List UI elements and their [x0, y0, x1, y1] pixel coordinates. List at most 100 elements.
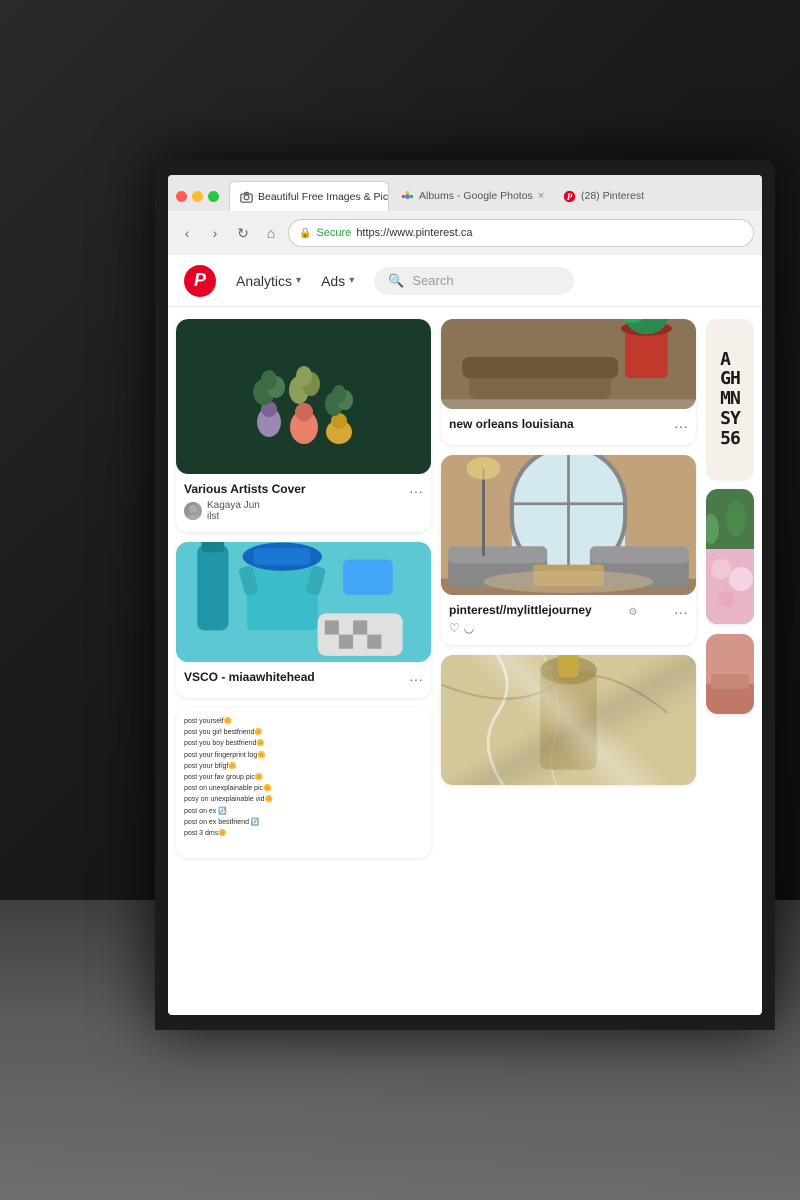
forward-button[interactable]: › — [204, 222, 226, 244]
floral-svg — [706, 489, 754, 624]
tab-label: Albums - Google Photos — [419, 190, 533, 202]
pin-card-interior[interactable]: pinterest//mylittlejourney ⚙ ··· ♡ ◡ — [441, 455, 696, 645]
text-line: post yourself🌼 — [184, 716, 423, 727]
address-bar-row: ‹ › ↻ ⌂ 🔒 Secure https://www.pinterest.c… — [168, 211, 762, 255]
pin-vsco-image — [176, 542, 431, 662]
user-sub: ilst — [207, 511, 260, 522]
more-options-button-interior[interactable]: ··· — [674, 604, 688, 620]
minimize-traffic-light[interactable] — [192, 191, 203, 202]
ads-nav-link[interactable]: Ads ▾ — [321, 273, 354, 289]
back-button[interactable]: ‹ — [176, 222, 198, 244]
new-orleans-svg — [441, 319, 696, 409]
pin-card-pink-room-partial[interactable] — [706, 634, 754, 714]
pin-meta-vsco: VSCO - miaawhitehead ··· — [184, 670, 423, 688]
pin-typography-image: A GH MN SY 56 — [706, 319, 754, 479]
maximize-traffic-light[interactable] — [208, 191, 219, 202]
close-traffic-light[interactable] — [176, 191, 187, 202]
user-name: Kagaya Jun — [207, 500, 260, 511]
pinterest-logo[interactable]: P — [184, 265, 216, 297]
photos-icon — [401, 190, 414, 203]
analytics-label: Analytics — [236, 273, 292, 289]
tab-pinterest[interactable]: P (28) Pinterest — [553, 181, 654, 211]
pin-card-floral-partial[interactable] — [706, 489, 754, 624]
pink-room-svg — [706, 634, 754, 714]
art-cover-svg — [244, 332, 364, 462]
more-options-button-vsco[interactable]: ··· — [409, 671, 423, 687]
home-button[interactable]: ⌂ — [260, 222, 282, 244]
pin-text-image: post yourself🌼 post you girl bestfriend🌼… — [176, 708, 431, 858]
heart-icon[interactable]: ♡ — [449, 621, 460, 635]
user-avatar — [184, 502, 202, 520]
tab-close-button[interactable]: × — [538, 190, 544, 202]
pin-title-vsco: VSCO - miaawhitehead — [184, 670, 315, 684]
text-line: post on unexplainable pic🌼 — [184, 783, 423, 794]
pin-art-cover-image — [176, 319, 431, 474]
browser-chrome: Beautiful Free Images & Pictur... × Albu… — [168, 175, 762, 255]
pin-info-interior: pinterest//mylittlejourney ⚙ ··· ♡ ◡ — [441, 595, 696, 645]
masonry-col-3-partial: A GH MN SY 56 — [706, 319, 754, 858]
tab-google-photos[interactable]: Albums - Google Photos × — [391, 181, 551, 211]
pin-actions: ♡ ◡ — [449, 621, 688, 635]
ads-label: Ads — [321, 273, 345, 289]
text-line: post you boy bestfriend🌼 — [184, 738, 423, 749]
lock-icon: 🔒 — [299, 228, 311, 239]
pin-interior-image — [441, 455, 696, 595]
pin-title-interior: pinterest//mylittlejourney — [449, 603, 592, 617]
search-icon: 🔍 — [388, 273, 404, 289]
traffic-lights — [176, 191, 219, 202]
settings-icon: ⚙ — [628, 607, 637, 618]
tab-bar: Beautiful Free Images & Pictur... × Albu… — [168, 175, 762, 211]
text-line: post on ex 🔃 — [184, 806, 423, 817]
pinterest-tab-icon: P — [563, 190, 576, 203]
text-line: post 3 dms🌼 — [184, 828, 423, 839]
interior-svg — [441, 455, 696, 595]
text-line: post your fav group pic🌼 — [184, 772, 423, 783]
search-placeholder: Search — [412, 273, 453, 288]
pinterest-app: P Analytics ▾ Ads ▾ 🔍 Search — [168, 255, 762, 1015]
pin-card-new-orleans[interactable]: new orleans louisiana ··· — [441, 319, 696, 445]
pin-card-marble[interactable] — [441, 655, 696, 785]
address-field[interactable]: 🔒 Secure https://www.pinterest.ca — [288, 219, 754, 247]
text-line: post you girl bestfriend🌼 — [184, 727, 423, 738]
tab-label: Beautiful Free Images & Pictur... — [258, 191, 389, 203]
masonry-col-1: Various Artists Cover ··· Kagaya Jun — [176, 319, 431, 858]
masonry-col-2: new orleans louisiana ··· — [441, 319, 696, 858]
pinterest-nav: P Analytics ▾ Ads ▾ 🔍 Search — [168, 255, 762, 307]
camera-icon — [240, 190, 253, 203]
pin-info-new-orleans: new orleans louisiana ··· — [441, 409, 696, 445]
pin-info-vsco: VSCO - miaawhitehead ··· — [176, 662, 431, 698]
pin-meta-new-orleans: new orleans louisiana ··· — [449, 417, 688, 435]
pin-card-art-cover[interactable]: Various Artists Cover ··· Kagaya Jun — [176, 319, 431, 532]
pin-new-orleans-image — [441, 319, 696, 409]
more-options-button-new-orleans[interactable]: ··· — [674, 418, 688, 434]
text-line: post on ex bestfriend 🔃 — [184, 817, 423, 828]
pin-card-vsco[interactable]: VSCO - miaawhitehead ··· — [176, 542, 431, 698]
refresh-button[interactable]: ↻ — [232, 222, 254, 244]
more-options-button[interactable]: ··· — [409, 483, 423, 499]
pin-marble-image — [441, 655, 696, 785]
laptop-screen: Beautiful Free Images & Pictur... × Albu… — [168, 175, 762, 1015]
react-icon[interactable]: ◡ — [464, 621, 474, 635]
pin-title-new-orleans: new orleans louisiana — [449, 417, 574, 431]
vsco-svg — [176, 542, 431, 662]
tab-label: (28) Pinterest — [581, 190, 644, 202]
pin-user-art-cover: Kagaya Jun ilst — [184, 500, 423, 522]
svg-text:P: P — [567, 191, 573, 201]
masonry-container[interactable]: Various Artists Cover ··· Kagaya Jun — [168, 307, 762, 1015]
search-bar[interactable]: 🔍 Search — [374, 267, 574, 295]
pin-floral-image — [706, 489, 754, 624]
pin-card-text-list[interactable]: post yourself🌼 post you girl bestfriend🌼… — [176, 708, 431, 858]
url-display: https://www.pinterest.ca — [356, 227, 472, 239]
pin-meta-art-cover: Various Artists Cover ··· — [184, 482, 423, 500]
analytics-chevron-icon: ▾ — [296, 275, 301, 286]
pin-card-typography-partial[interactable]: A GH MN SY 56 — [706, 319, 754, 479]
pin-info-art-cover: Various Artists Cover ··· Kagaya Jun — [176, 474, 431, 532]
text-line: post your fingerprint log🌼 — [184, 750, 423, 761]
analytics-nav-link[interactable]: Analytics ▾ — [236, 273, 301, 289]
marble-veins — [441, 655, 696, 785]
pin-title-art-cover: Various Artists Cover — [184, 482, 306, 496]
tab-unsplash[interactable]: Beautiful Free Images & Pictur... × — [229, 181, 389, 211]
pin-meta-interior: pinterest//mylittlejourney ⚙ ··· — [449, 603, 688, 621]
text-line: post your bf/gf🌼 — [184, 761, 423, 772]
masonry-grid: Various Artists Cover ··· Kagaya Jun — [176, 319, 754, 858]
